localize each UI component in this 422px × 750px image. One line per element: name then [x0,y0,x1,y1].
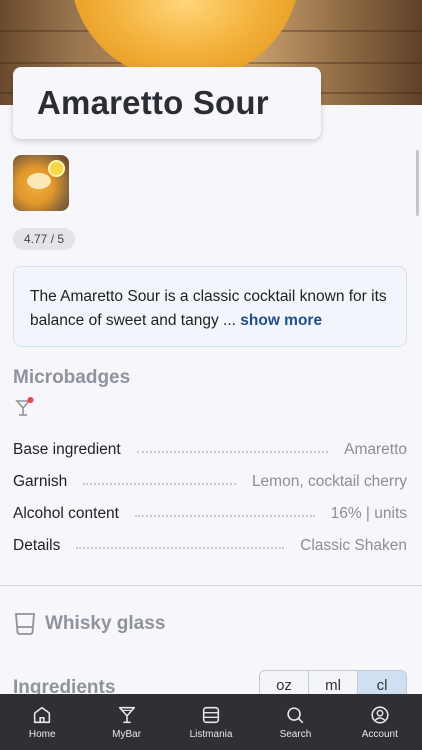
cocktail-glass-badge-icon[interactable] [14,396,36,418]
tab-label: MyBar [112,729,142,740]
detail-row-alcohol-content: Alcohol content 16% | units [13,505,407,523]
cocktail-icon [118,706,135,724]
leader-dots [83,483,236,485]
cocktail-thumbnail[interactable] [13,155,69,211]
show-more-link[interactable]: show more [240,312,322,329]
tab-account[interactable]: Account [338,694,422,750]
leader-dots [76,547,285,549]
tab-label: Home [28,729,56,740]
detail-label: Details [13,537,61,554]
tab-home[interactable]: Home [0,694,84,750]
description-box: The Amaretto Sour is a classic cocktail … [13,266,407,347]
detail-row-details: Details Classic Shaken [13,537,407,555]
whisky-glass-icon [15,613,35,635]
home-icon [34,706,51,724]
tab-mybar[interactable]: MyBar [84,694,168,750]
detail-value[interactable]: Lemon, cocktail cherry [252,473,407,491]
tab-label: Search [279,729,312,740]
tab-search[interactable]: Search [253,694,337,750]
title-card: Amaretto Sour [13,67,321,139]
page-title: Amaretto Sour [37,84,269,121]
leader-dots [135,515,315,517]
tab-label: Account [361,729,398,740]
account-icon [371,706,389,724]
detail-label: Base ingredient [13,441,121,458]
detail-row-garnish: Garnish Lemon, cocktail cherry [13,473,407,491]
microbadges-title: Microbadges [13,367,131,388]
glass-label: Whisky glass [45,613,166,634]
detail-value[interactable]: Amaretto [344,441,407,459]
scrollbar[interactable] [416,150,419,216]
detail-row-base-ingredient: Base ingredient Amaretto [13,441,407,459]
detail-label: Alcohol content [13,505,119,522]
tab-listmania[interactable]: Listmania [169,694,253,750]
section-divider [0,585,422,586]
search-icon [287,707,304,724]
bottom-tab-bar: Home MyBar Listmania Search Account [0,694,422,750]
rating-badge: 4.77 / 5 [13,228,76,250]
list-icon [202,706,220,724]
detail-value[interactable]: 16% | units [331,505,407,523]
detail-label: Garnish [13,473,68,490]
glass-type[interactable]: Whisky glass [13,611,165,637]
detail-value[interactable]: Classic Shaken [300,537,407,555]
tab-label: Listmania [189,729,233,740]
leader-dots [136,451,329,453]
description-text: The Amaretto Sour is a classic cocktail … [30,288,387,329]
